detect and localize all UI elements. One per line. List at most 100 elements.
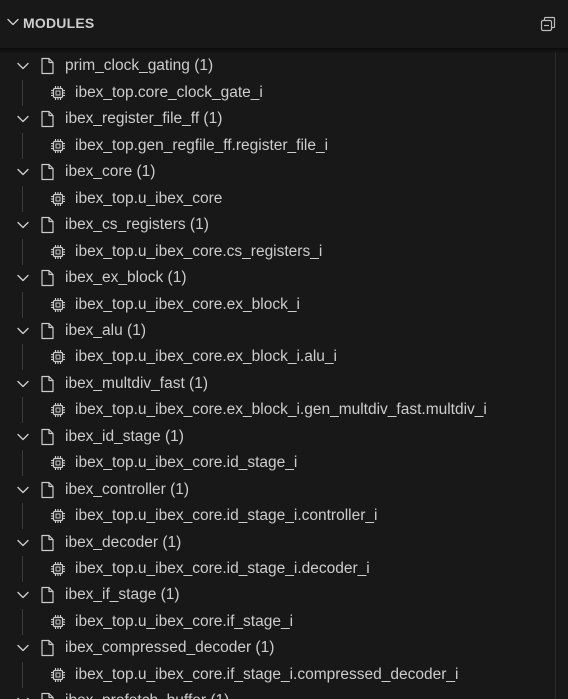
chevron-down-icon[interactable] xyxy=(16,218,30,232)
instance-label: ibex_top.u_ibex_core.ex_block_i xyxy=(75,295,300,313)
indent-guide xyxy=(22,132,23,159)
module-label: ibex_cs_registers (1) xyxy=(65,216,209,234)
chip-icon xyxy=(51,244,65,259)
chevron-down-icon[interactable] xyxy=(16,641,30,655)
tree-item-module[interactable]: ibex_core (1) xyxy=(0,159,555,185)
indent-guide xyxy=(22,344,23,371)
module-label: ibex_compressed_decoder (1) xyxy=(65,639,275,657)
tree-item-instance[interactable]: ibex_top.u_ibex_core.cs_registers_i xyxy=(0,238,555,265)
indent-guide xyxy=(22,238,23,265)
tree-item-module[interactable]: ibex_multdiv_fast (1) xyxy=(0,371,555,397)
tree-item-instance[interactable]: ibex_top.u_ibex_core.ex_block_i xyxy=(0,291,555,318)
file-icon xyxy=(41,164,54,181)
module-label: ibex_ex_block (1) xyxy=(65,269,187,287)
tree-item-instance[interactable]: ibex_top.u_ibex_core.id_stage_i xyxy=(0,450,555,477)
module-label: ibex_core (1) xyxy=(65,163,156,181)
indent-guide xyxy=(22,556,23,582)
collapse-all-icon[interactable] xyxy=(538,14,558,34)
module-label: ibex_register_file_ff (1) xyxy=(65,110,223,128)
tree-item-module[interactable]: ibex_ex_block (1) xyxy=(0,265,555,291)
chevron-down-icon[interactable] xyxy=(16,59,30,73)
chevron-down-icon[interactable] xyxy=(16,165,30,179)
tree-item-instance[interactable]: ibex_top.u_ibex_core.id_stage_i.decoder_… xyxy=(0,556,555,582)
tree-item-instance[interactable]: ibex_top.core_clock_gate_i xyxy=(0,79,555,106)
file-icon xyxy=(41,58,54,75)
instance-label: ibex_top.u_ibex_core.cs_registers_i xyxy=(75,242,323,260)
module-label: ibex_multdiv_fast (1) xyxy=(65,374,209,392)
file-icon xyxy=(41,375,54,392)
module-label: prim_clock_gating (1) xyxy=(65,57,214,75)
instance-label: ibex_top.u_ibex_core.ex_block_i.gen_mult… xyxy=(75,401,487,419)
file-icon xyxy=(41,111,54,128)
tree-item-module[interactable]: ibex_id_stage (1) xyxy=(0,424,555,450)
tree-item-instance[interactable]: ibex_top.u_ibex_core.if_stage_i.compress… xyxy=(0,661,555,688)
tree-item-module[interactable]: ibex_controller (1) xyxy=(0,477,555,503)
indent-guide xyxy=(22,79,23,106)
file-icon xyxy=(41,534,54,551)
module-label: ibex_prefetch_buffer (1) xyxy=(65,688,229,699)
tree-item-instance[interactable]: ibex_top.u_ibex_core.ex_block_i.alu_i xyxy=(0,344,555,371)
chevron-down-icon[interactable] xyxy=(16,377,30,391)
chip-icon xyxy=(51,509,65,524)
file-icon xyxy=(41,217,54,234)
chevron-down-icon[interactable] xyxy=(16,112,30,126)
chevron-down-icon[interactable] xyxy=(6,15,20,29)
tree-item-instance[interactable]: ibex_top.u_ibex_core xyxy=(0,185,555,212)
instance-label: ibex_top.u_ibex_core xyxy=(75,189,223,207)
chevron-down-icon[interactable] xyxy=(16,271,30,285)
indent-guide xyxy=(22,661,23,688)
tree-item-module[interactable]: ibex_compressed_decoder (1) xyxy=(0,635,555,661)
module-label: ibex_alu (1) xyxy=(65,321,146,339)
chip-icon xyxy=(51,138,65,153)
vertical-scrollbar[interactable] xyxy=(555,50,568,699)
tree-item-instance[interactable]: ibex_top.u_ibex_core.if_stage_i xyxy=(0,608,555,635)
chip-icon xyxy=(51,667,65,682)
tree-item-module[interactable]: ibex_alu (1) xyxy=(0,318,555,344)
indent-guide xyxy=(22,608,23,635)
chevron-down-icon[interactable] xyxy=(16,694,30,699)
chevron-down-icon[interactable] xyxy=(16,430,30,444)
indent-guide xyxy=(22,397,23,424)
indent-guide xyxy=(22,503,23,530)
instance-label: ibex_top.u_ibex_core.id_stage_i xyxy=(75,454,298,472)
tree-item-module[interactable]: ibex_decoder (1) xyxy=(0,530,555,556)
file-icon xyxy=(41,322,54,340)
module-label: ibex_controller (1) xyxy=(65,480,190,498)
tree-item-module[interactable]: ibex_register_file_ff (1) xyxy=(0,106,555,132)
modules-header-row[interactable]: MODULES xyxy=(0,10,568,38)
tree-item-module[interactable]: prim_clock_gating (1) xyxy=(0,53,555,79)
instance-label: ibex_top.u_ibex_core.ex_block_i.alu_i xyxy=(75,348,337,366)
tree-item-module[interactable]: ibex_if_stage (1) xyxy=(0,582,555,608)
header-shadow xyxy=(0,48,568,54)
chip-icon xyxy=(51,614,65,629)
chevron-down-icon[interactable] xyxy=(16,536,30,550)
indent-guide xyxy=(22,291,23,318)
tree-item-instance[interactable]: ibex_top.gen_regfile_ff.register_file_i xyxy=(0,132,555,159)
instance-label: ibex_top.core_clock_gate_i xyxy=(75,83,263,101)
file-icon xyxy=(41,640,54,657)
modules-panel: ibex_top (1)prim_clock_gating (1)ibex_to… xyxy=(0,0,568,699)
tree-item-instance[interactable]: ibex_top.u_ibex_core.id_stage_i.controll… xyxy=(0,503,555,530)
instance-label: ibex_top.gen_regfile_ff.register_file_i xyxy=(75,136,329,154)
indent-guide xyxy=(22,185,23,212)
modules-header[interactable]: MODULES xyxy=(0,0,568,50)
tree-item-instance[interactable]: ibex_top.u_ibex_core.ex_block_i.gen_mult… xyxy=(0,397,555,424)
tree-item-module[interactable]: ibex_prefetch_buffer (1) xyxy=(0,688,555,699)
module-label: ibex_if_stage (1) xyxy=(65,586,180,604)
chip-icon xyxy=(51,297,65,312)
tree-item-module[interactable]: ibex_cs_registers (1) xyxy=(0,212,555,238)
file-icon xyxy=(41,428,54,445)
instance-label: ibex_top.u_ibex_core.id_stage_i.controll… xyxy=(75,507,378,525)
chevron-down-icon[interactable] xyxy=(16,483,30,497)
module-label: ibex_id_stage (1) xyxy=(65,427,184,445)
file-icon xyxy=(41,693,54,699)
chevron-down-icon[interactable] xyxy=(16,324,30,338)
chip-icon xyxy=(51,403,65,418)
chip-icon xyxy=(51,191,65,206)
instance-label: ibex_top.u_ibex_core.id_stage_i.decoder_… xyxy=(75,560,370,577)
file-icon xyxy=(41,587,54,604)
chevron-down-icon[interactable] xyxy=(16,588,30,602)
file-icon xyxy=(41,269,54,287)
instance-label: ibex_top.u_ibex_core.if_stage_i.compress… xyxy=(75,665,459,683)
indent-guide xyxy=(22,450,23,477)
